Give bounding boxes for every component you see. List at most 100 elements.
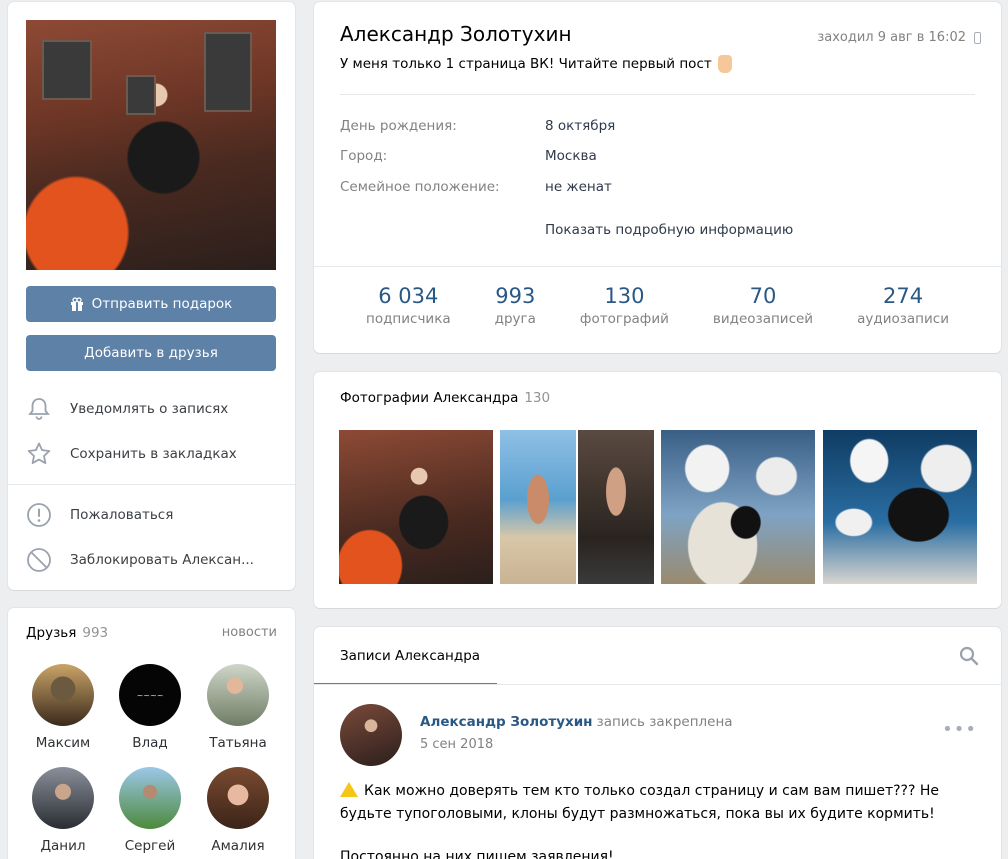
sidebar-divider xyxy=(8,484,295,485)
post-header: Александр Золотухин запись закреплена xyxy=(420,714,733,730)
friend-avatar xyxy=(207,664,269,726)
photo-thumbnail[interactable] xyxy=(500,430,654,584)
counter-number: 6 034 xyxy=(378,284,439,308)
post-date[interactable]: 5 сен 2018 xyxy=(420,737,493,752)
warning-icon xyxy=(340,782,358,797)
profile-counters: 6 034 подписчика 993 друга 130 фотографи… xyxy=(314,284,1001,327)
counter-label: видеозаписей xyxy=(712,311,814,327)
search-icon[interactable] xyxy=(959,646,979,666)
profile-name: Александр Золотухин xyxy=(340,22,572,46)
stats-divider xyxy=(314,266,1001,267)
photo-thumbnail[interactable] xyxy=(661,430,815,584)
friend-avatar xyxy=(32,767,94,829)
friends-header: Друзья 993 новости xyxy=(26,625,277,641)
friend-avatar xyxy=(207,767,269,829)
pointing-down-icon xyxy=(717,55,732,73)
info-key: День рождения: xyxy=(340,118,457,134)
tab-wall-posts[interactable]: Записи Александра xyxy=(340,648,480,664)
counter-audio[interactable]: 274 аудиозаписи xyxy=(857,284,949,327)
profile-avatar[interactable] xyxy=(26,20,276,270)
profile-status-text: У меня только 1 страница ВК! Читайте пер… xyxy=(340,56,712,72)
friend-avatar: ~~~~ xyxy=(119,664,181,726)
profile-divider xyxy=(340,94,975,95)
bell-icon xyxy=(28,398,50,420)
notify-posts-label: Уведомлять о записях xyxy=(70,401,229,417)
add-friend-button[interactable]: Добавить в друзья xyxy=(26,335,276,371)
counter-label: друга xyxy=(494,311,536,327)
friend-item[interactable]: Максим xyxy=(23,664,103,751)
block-icon xyxy=(27,548,51,572)
add-friend-label: Добавить в друзья xyxy=(84,345,218,361)
more-options-icon[interactable]: ••• xyxy=(942,719,977,740)
profile-status: У меня только 1 страница ВК! Читайте пер… xyxy=(340,55,732,73)
gift-icon xyxy=(70,297,83,311)
post-pinned-label: запись закреплена xyxy=(596,714,733,730)
friends-count: 993 xyxy=(82,625,109,641)
report-icon xyxy=(27,503,51,527)
photos-header[interactable]: Фотографии Александра 130 xyxy=(340,390,550,406)
wall-divider xyxy=(314,684,1001,685)
counter-number: 993 xyxy=(495,284,536,308)
friend-item[interactable]: Татьяна xyxy=(198,664,278,751)
bookmark-action[interactable]: Сохранить в закладках xyxy=(26,436,286,472)
friends-card: Друзья 993 новости Максим ~~~~ Влад Татья… xyxy=(8,608,295,859)
friend-item[interactable]: Амалия xyxy=(198,767,278,854)
friend-name: Татьяна xyxy=(209,735,267,751)
post-text-second-paragraph: Постоянно на них пишем заявления! xyxy=(340,849,614,859)
mobile-icon xyxy=(974,31,981,44)
profile-info-card: Александр Золотухин У меня только 1 стра… xyxy=(314,2,1001,353)
report-action[interactable]: Пожаловаться xyxy=(26,497,286,533)
friend-avatar xyxy=(119,767,181,829)
info-value[interactable]: Москва xyxy=(545,148,597,164)
photo-thumbnail[interactable] xyxy=(823,430,977,584)
bookmark-label: Сохранить в закладках xyxy=(70,446,237,462)
post-author-name[interactable]: Александр Золотухин xyxy=(420,714,593,730)
counter-photos[interactable]: 130 фотографий xyxy=(580,284,669,327)
friend-name: Сергей xyxy=(124,838,176,854)
profile-sidebar-card: Отправить подарок Добавить в друзья Увед… xyxy=(8,2,295,590)
block-label: Заблокировать Алексан... xyxy=(70,552,254,568)
friend-name: Максим xyxy=(35,735,91,751)
last-seen-text: заходил 9 авг в 16:02 xyxy=(817,30,966,45)
photo-thumbnail[interactable] xyxy=(339,430,493,584)
friend-name: Данил xyxy=(40,838,86,854)
post-text: Как можно доверять тем кто только создал… xyxy=(340,780,980,826)
counter-label: аудиозаписи xyxy=(857,311,949,327)
counter-label: фотографий xyxy=(579,311,669,327)
counter-friends[interactable]: 993 друга xyxy=(495,284,536,327)
show-more-info-link[interactable]: Показать подробную информацию xyxy=(545,222,793,238)
friends-news-link[interactable]: новости xyxy=(222,625,277,641)
post-text-body: Как можно доверять тем кто только создал… xyxy=(340,783,939,822)
post-author-avatar[interactable] xyxy=(340,704,402,766)
send-gift-label: Отправить подарок xyxy=(91,296,233,312)
info-row-city: Город: Москва xyxy=(340,148,597,164)
counter-followers[interactable]: 6 034 подписчика xyxy=(366,284,451,327)
counter-number: 130 xyxy=(604,284,645,308)
counter-label: подписчика xyxy=(366,311,451,327)
counter-number: 274 xyxy=(882,284,924,308)
friends-title[interactable]: Друзья xyxy=(26,625,76,641)
wall-card: Записи Александра Александр Золотухин зап… xyxy=(314,627,1001,859)
counter-number: 70 xyxy=(749,284,777,308)
photos-card: Фотографии Александра 130 xyxy=(314,372,1001,608)
friend-item[interactable]: ~~~~ Влад xyxy=(110,664,190,751)
friend-item[interactable]: Данил xyxy=(23,767,103,854)
friend-name: Влад xyxy=(132,735,168,751)
send-gift-button[interactable]: Отправить подарок xyxy=(26,286,276,322)
block-action[interactable]: Заблокировать Алексан... xyxy=(26,542,286,578)
friend-name: Амалия xyxy=(211,838,265,854)
info-key: Семейное положение: xyxy=(340,179,500,195)
star-icon xyxy=(27,442,51,464)
info-row-family: Семейное положение: не женат xyxy=(340,179,612,195)
friend-item[interactable]: Сергей xyxy=(110,767,190,854)
last-seen: заходил 9 авг в 16:02 xyxy=(817,30,981,45)
info-value[interactable]: 8 октября xyxy=(545,118,615,134)
photos-count: 130 xyxy=(524,390,551,406)
info-key: Город: xyxy=(340,148,388,164)
photos-title: Фотографии Александра xyxy=(340,390,519,406)
counter-videos[interactable]: 70 видеозаписей xyxy=(713,284,813,327)
notify-posts-action[interactable]: Уведомлять о записях xyxy=(26,391,286,427)
info-value[interactable]: не женат xyxy=(545,179,612,195)
friend-avatar xyxy=(32,664,94,726)
report-label: Пожаловаться xyxy=(70,507,174,523)
